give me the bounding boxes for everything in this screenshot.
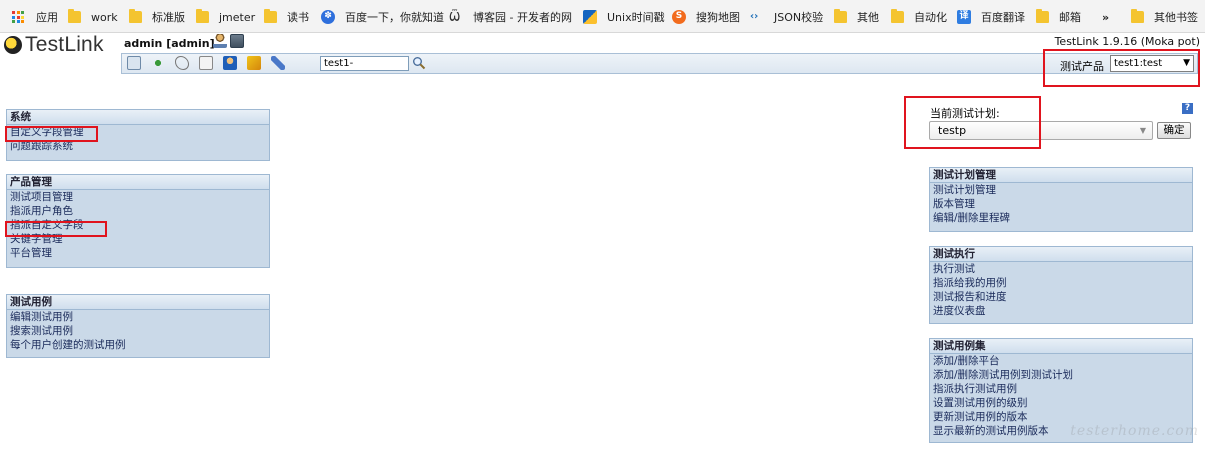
bookmark-apps[interactable]: 应用 (12, 9, 58, 25)
main-toolbar: 测试产品 test1:test ▼ (121, 53, 1198, 74)
menu-link-update-versions[interactable]: 更新测试用例的版本 (930, 410, 1192, 424)
baidu-paw-icon: ✽ (321, 10, 335, 24)
document-icon[interactable] (199, 56, 213, 70)
menu-test-cases: 测试用例 编辑测试用例 搜索测试用例 每个用户创建的测试用例 (6, 294, 270, 358)
bookmarks-bar: 应用 work 标准版 jmeter 读书 ✽ 百度一下，你就知道 Ѿ 博客园 … (0, 0, 1205, 33)
translate-icon: 译 (957, 10, 971, 24)
menu-title: 测试执行 (930, 247, 1192, 262)
version-label: TestLink 1.9.16 (Moka pot) (1054, 35, 1200, 48)
testlink-logo[interactable]: TestLink (4, 33, 104, 56)
search-icon[interactable] (412, 56, 426, 70)
json-icon: ‹› (750, 11, 759, 22)
menu-link-platform-management[interactable]: 平台管理 (7, 246, 269, 260)
help-icon[interactable]: ? (1182, 103, 1193, 114)
test-spec-icon[interactable] (175, 56, 189, 70)
sogou-icon: S (672, 10, 686, 24)
watermark: testerhome.com (1070, 423, 1199, 439)
menu-link-test-plan-management[interactable]: 测试计划管理 (930, 183, 1192, 197)
logo-text: TestLink (25, 33, 104, 56)
menu-title: 系统 (7, 110, 269, 125)
logout-icon[interactable] (230, 34, 244, 48)
bookmark-automation[interactable]: 自动化 (891, 9, 947, 25)
bookmark-overflow-chevron[interactable]: » (1102, 9, 1109, 25)
menu-link-assign-execution[interactable]: 指派执行测试用例 (930, 382, 1192, 396)
menu-link-edit-test-cases[interactable]: 编辑测试用例 (7, 310, 269, 324)
cnblogs-icon: Ѿ (449, 10, 461, 24)
bookmark-mailbox[interactable]: 邮箱 (1036, 9, 1081, 25)
dropdown-arrow-icon: ▼ (1139, 126, 1146, 135)
menu-title: 测试用例集 (930, 339, 1192, 354)
folder-icon (264, 9, 277, 23)
bookmark-unix-time[interactable]: Unix时间戳 (583, 9, 665, 25)
menu-title: 产品管理 (7, 175, 269, 190)
bookmark-work[interactable]: work (68, 9, 118, 25)
folder-icon (1036, 9, 1049, 23)
bookmark-baidu-translate[interactable]: 译 百度翻译 (957, 9, 1025, 25)
user-actions (213, 34, 244, 48)
menu-link-add-remove-test-cases[interactable]: 添加/删除测试用例到测试计划 (930, 368, 1192, 382)
menu-link-add-remove-platforms[interactable]: 添加/删除平台 (930, 354, 1192, 368)
highlight-box-test-plan (904, 96, 1041, 149)
highlight-box-product (1043, 49, 1200, 87)
menu-test-plan-management: 测试计划管理 测试计划管理 版本管理 编辑/删除里程碑 (929, 167, 1193, 232)
folder-icon (68, 9, 81, 23)
menu-link-test-project-management[interactable]: 测试项目管理 (7, 190, 269, 204)
bookmark-reading[interactable]: 读书 (264, 9, 309, 25)
menu-title: 测试计划管理 (930, 168, 1192, 183)
menu-link-build-management[interactable]: 版本管理 (930, 197, 1192, 211)
testlink-logo-icon (4, 36, 22, 54)
menu-link-test-reports[interactable]: 测试报告和进度 (930, 290, 1192, 304)
menu-link-test-cases-per-user[interactable]: 每个用户创建的测试用例 (7, 338, 269, 352)
menu-link-assign-user-roles[interactable]: 指派用户角色 (7, 204, 269, 218)
confirm-button[interactable]: 确定 (1157, 122, 1191, 139)
bookmark-baidu[interactable]: ✽ 百度一下，你就知道 (321, 9, 444, 25)
bookmark-sogou-map[interactable]: S 搜狗地图 (672, 9, 740, 25)
apps-icon (12, 11, 24, 23)
menu-link-dashboard[interactable]: 进度仪表盘 (930, 304, 1192, 318)
bookmark-standard[interactable]: 标准版 (129, 9, 185, 25)
unix-timestamp-icon (583, 10, 597, 24)
bookmark-other-bookmarks[interactable]: 其他书签 (1131, 9, 1198, 25)
bookmark-cnblogs[interactable]: Ѿ 博客园 - 开发者的网 (449, 9, 572, 25)
current-user: admin [admin] (124, 37, 215, 50)
bookmark-other[interactable]: 其他 (834, 9, 879, 25)
menu-title: 测试用例 (7, 295, 269, 310)
testcase-search-input[interactable] (320, 56, 409, 71)
menu-link-set-priority[interactable]: 设置测试用例的级别 (930, 396, 1192, 410)
feather-icon[interactable] (271, 56, 285, 70)
folder-icon (1131, 9, 1144, 23)
highlight-box-assign-custom-fields (5, 221, 107, 237)
menu-link-execute-tests[interactable]: 执行测试 (930, 262, 1192, 276)
events-icon[interactable] (247, 56, 261, 70)
desktop-home-icon[interactable] (127, 56, 141, 70)
folder-icon (196, 9, 209, 23)
menu-link-search-test-cases[interactable]: 搜索测试用例 (7, 324, 269, 338)
menu-test-execution: 测试执行 执行测试 指派给我的用例 测试报告和进度 进度仪表盘 (929, 246, 1193, 324)
folder-icon (129, 9, 142, 23)
bookmark-json[interactable]: ‹› JSON校验 (750, 9, 823, 25)
folder-icon (834, 9, 847, 23)
menu-link-milestones[interactable]: 编辑/删除里程碑 (930, 211, 1192, 225)
menu-link-assigned-to-me[interactable]: 指派给我的用例 (930, 276, 1192, 290)
highlight-box-custom-fields (5, 126, 98, 142)
personal-settings-icon[interactable] (213, 34, 227, 48)
folder-icon (891, 9, 904, 23)
user-management-icon[interactable] (223, 56, 237, 70)
bookmark-jmeter[interactable]: jmeter (196, 9, 255, 25)
requirements-tree-icon[interactable] (151, 56, 165, 70)
